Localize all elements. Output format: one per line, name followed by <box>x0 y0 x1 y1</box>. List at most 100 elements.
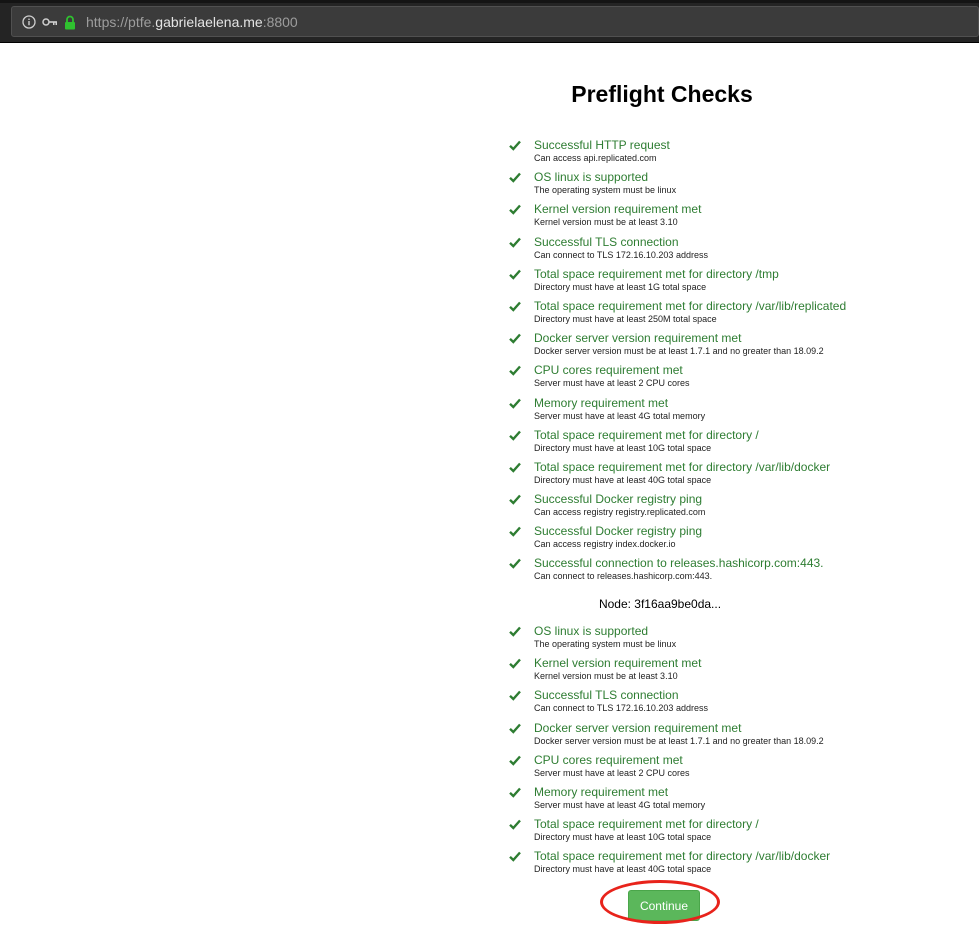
check-title: Docker server version requirement met <box>534 720 742 735</box>
check-item: Memory requirement met Server must have a… <box>508 394 928 426</box>
check-title: Docker server version requirement met <box>534 331 742 346</box>
check-item: Successful connection to releases.hashic… <box>508 554 928 586</box>
tab-strip <box>0 0 979 3</box>
check-title: CPU cores requirement met <box>534 752 683 767</box>
check-description: Server must have at least 2 CPU cores <box>534 767 690 778</box>
info-icon[interactable] <box>22 15 36 29</box>
check-item: CPU cores requirement met Server must hav… <box>508 361 928 393</box>
check-description: Can access api.replicated.com <box>534 153 657 163</box>
check-item: CPU cores requirement met Server must hav… <box>508 751 928 783</box>
browser-toolbar: https://ptfe.gabrielaelena.me:8800 <box>0 0 979 43</box>
checkmark-icon <box>509 691 521 702</box>
address-bar-icons <box>22 13 76 31</box>
check-item: Successful HTTP request Can access api.re… <box>508 136 928 168</box>
check-title: Successful Docker registry ping <box>534 492 703 507</box>
checkmark-icon <box>509 269 521 280</box>
checkmark-icon <box>509 366 521 377</box>
check-title: Memory requirement met <box>534 784 669 799</box>
checkmark-icon <box>509 626 521 637</box>
checkmark-icon <box>509 559 521 570</box>
continue-button[interactable]: Continue <box>628 890 700 921</box>
checkmark-icon <box>509 462 521 473</box>
check-title: Successful HTTP request <box>534 138 670 152</box>
check-description: The operating system must be linux <box>534 185 677 196</box>
check-description: Docker server version must be at least 1… <box>534 346 824 357</box>
check-description: Kernel version must be at least 3.10 <box>534 217 678 228</box>
check-item: Memory requirement met Server must have a… <box>508 783 928 815</box>
check-title: Total space requirement met for director… <box>534 427 759 442</box>
checkmark-icon <box>509 819 521 830</box>
check-description: Can connect to TLS 172.16.10.203 address <box>534 249 708 260</box>
checkmark-icon <box>509 301 521 312</box>
checkmark-icon <box>509 494 521 505</box>
check-title: Successful connection to releases.hashic… <box>534 556 824 571</box>
key-icon[interactable] <box>42 17 58 27</box>
check-title: OS linux is supported <box>534 624 649 638</box>
preflight-check-list: Successful HTTP request Can access api.re… <box>508 136 928 587</box>
url-host: gabrielaelena.me <box>155 14 263 30</box>
check-item: Total space requirement met for director… <box>508 297 928 329</box>
url-subdomain: ptfe. <box>128 14 156 30</box>
check-title: Memory requirement met <box>534 395 669 410</box>
check-item: Kernel version requirement met Kernel ver… <box>508 654 928 686</box>
checkmark-icon <box>509 787 521 798</box>
check-item: Total space requirement met for director… <box>508 815 928 847</box>
checkmark-icon <box>509 852 521 863</box>
check-description: Directory must have at least 10G total s… <box>534 442 712 453</box>
check-title: Kernel version requirement met <box>534 656 702 671</box>
check-description: Server must have at least 2 CPU cores <box>534 378 690 389</box>
check-title: Successful TLS connection <box>534 688 679 703</box>
check-description: Can connect to TLS 172.16.10.203 address <box>534 703 708 714</box>
check-item: Kernel version requirement met Kernel ver… <box>508 200 928 232</box>
checkmark-icon <box>509 333 521 344</box>
check-description: Can access registry index.docker.io <box>534 539 676 550</box>
check-description: Directory must have at least 10G total s… <box>534 832 712 843</box>
check-title: Successful Docker registry ping <box>534 524 703 539</box>
check-item: OS linux is supported The operating syste… <box>508 622 928 654</box>
check-title: Kernel version requirement met <box>534 202 702 217</box>
check-item: Total space requirement met for director… <box>508 265 928 297</box>
check-item: Successful Docker registry ping Can acces… <box>508 522 928 554</box>
check-title: Total space requirement met for director… <box>534 817 759 832</box>
check-item: Successful Docker registry ping Can acces… <box>508 490 928 522</box>
check-description: Docker server version must be at least 1… <box>534 735 824 746</box>
checkmark-icon <box>509 526 521 537</box>
lock-icon[interactable] <box>64 15 76 30</box>
check-item: Successful TLS connection Can connect to … <box>508 686 928 718</box>
check-item: Docker server version requirement met Doc… <box>508 329 928 361</box>
check-description: Directory must have at least 40G total s… <box>534 864 712 875</box>
check-title: Total space requirement met for director… <box>534 266 779 281</box>
check-description: Directory must have at least 40G total s… <box>534 474 712 485</box>
check-description: Server must have at least 4G total memor… <box>534 799 706 810</box>
check-item: Successful TLS connection Can connect to … <box>508 233 928 265</box>
check-description: Can connect to releases.hashicorp.com:44… <box>534 571 713 582</box>
checkmark-icon <box>509 430 521 441</box>
page-title: Preflight Checks <box>571 81 753 107</box>
checkmark-icon <box>509 237 521 248</box>
url-text[interactable]: https://ptfe.gabrielaelena.me:8800 <box>86 13 298 31</box>
check-description: Server must have at least 4G total memor… <box>534 410 706 421</box>
check-item: Total space requirement met for director… <box>508 426 928 458</box>
check-description: Directory must have at least 1G total sp… <box>534 281 707 292</box>
checkmark-icon <box>509 172 521 183</box>
node-check-list: OS linux is supported The operating syste… <box>508 622 928 880</box>
check-description: Can access registry registry.replicated.… <box>534 507 706 518</box>
check-item: OS linux is supported The operating syste… <box>508 168 928 200</box>
check-description: The operating system must be linux <box>534 639 677 649</box>
url-scheme: https:// <box>86 14 129 30</box>
checkmark-icon <box>509 398 521 409</box>
checkmark-icon <box>509 723 521 734</box>
checkmark-icon <box>509 205 521 216</box>
url-port: :8800 <box>262 14 298 30</box>
check-item: Docker server version requirement met Doc… <box>508 719 928 751</box>
node-label: Node: 3f16aa9be0da... <box>598 597 722 611</box>
address-bar[interactable]: https://ptfe.gabrielaelena.me:8800 <box>11 6 979 37</box>
check-title: Successful TLS connection <box>534 234 679 249</box>
check-title: CPU cores requirement met <box>534 363 683 378</box>
check-title: Total space requirement met for director… <box>534 298 847 313</box>
checkmark-icon <box>509 658 521 669</box>
check-title: OS linux is supported <box>534 170 649 185</box>
checkmark-icon <box>509 755 521 766</box>
check-description: Kernel version must be at least 3.10 <box>534 671 678 682</box>
check-title: Total space requirement met for director… <box>534 849 831 864</box>
